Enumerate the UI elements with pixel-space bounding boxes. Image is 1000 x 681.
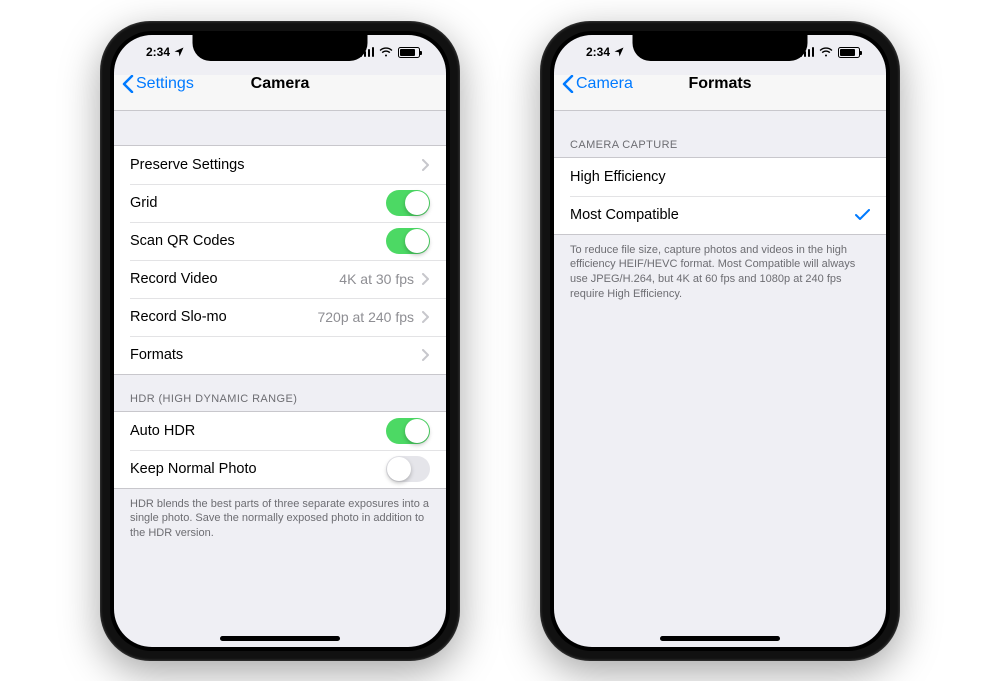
chevron-left-icon: [562, 75, 574, 93]
row-keep-normal-photo[interactable]: Keep Normal Photo: [114, 450, 446, 488]
iphone-frame-2: 2:34 Camera Formats: [540, 21, 900, 661]
cell-label: Preserve Settings: [130, 157, 244, 173]
wifi-icon: [819, 47, 833, 57]
chevron-left-icon: [122, 75, 134, 93]
cell-label: Scan QR Codes: [130, 233, 235, 249]
status-time: 2:34: [586, 45, 610, 59]
location-icon: [174, 47, 184, 57]
row-record-video[interactable]: Record Video 4K at 30 fps: [114, 260, 446, 298]
cell-label: Most Compatible: [570, 207, 679, 223]
settings-content[interactable]: CAMERA CAPTURE High Efficiency Most Comp…: [554, 111, 886, 647]
cell-label: Auto HDR: [130, 423, 195, 439]
cell-label: Formats: [130, 347, 183, 363]
home-indicator[interactable]: [220, 636, 340, 641]
cell-label: Record Video: [130, 271, 218, 287]
row-formats[interactable]: Formats: [114, 336, 446, 374]
navigation-bar: Camera Formats: [554, 75, 886, 111]
location-icon: [614, 47, 624, 57]
cell-detail: 720p at 240 fps: [317, 309, 414, 325]
section-header-capture: CAMERA CAPTURE: [554, 111, 886, 157]
toggle-auto-hdr[interactable]: [386, 418, 430, 444]
cell-label: Record Slo-mo: [130, 309, 227, 325]
iphone-frame-1: 2:34 Settings Camer: [100, 21, 460, 661]
row-grid[interactable]: Grid: [114, 184, 446, 222]
notch: [193, 35, 368, 61]
back-label: Camera: [576, 75, 633, 93]
checkmark-icon: [855, 209, 870, 221]
back-label: Settings: [136, 75, 194, 93]
row-high-efficiency[interactable]: High Efficiency: [554, 158, 886, 196]
toggle-keep-normal[interactable]: [386, 456, 430, 482]
cell-label: High Efficiency: [570, 169, 666, 185]
home-indicator[interactable]: [660, 636, 780, 641]
status-time: 2:34: [146, 45, 170, 59]
battery-icon: [398, 47, 420, 58]
chevron-right-icon: [422, 311, 430, 323]
cell-detail: 4K at 30 fps: [339, 271, 414, 287]
cell-label: Grid: [130, 195, 157, 211]
row-preserve-settings[interactable]: Preserve Settings: [114, 146, 446, 184]
toggle-scan-qr[interactable]: [386, 228, 430, 254]
row-auto-hdr[interactable]: Auto HDR: [114, 412, 446, 450]
toggle-grid[interactable]: [386, 190, 430, 216]
section-footer-capture: To reduce file size, capture photos and …: [554, 235, 886, 302]
chevron-right-icon: [422, 349, 430, 361]
chevron-right-icon: [422, 159, 430, 171]
back-button[interactable]: Settings: [122, 75, 194, 93]
battery-icon: [838, 47, 860, 58]
settings-content[interactable]: Preserve Settings Grid Scan QR Codes: [114, 111, 446, 647]
section-header-hdr: HDR (HIGH DYNAMIC RANGE): [114, 375, 446, 411]
wifi-icon: [379, 47, 393, 57]
navigation-bar: Settings Camera: [114, 75, 446, 111]
back-button[interactable]: Camera: [562, 75, 633, 93]
row-scan-qr[interactable]: Scan QR Codes: [114, 222, 446, 260]
row-most-compatible[interactable]: Most Compatible: [554, 196, 886, 234]
chevron-right-icon: [422, 273, 430, 285]
section-footer-hdr: HDR blends the best parts of three separ…: [114, 489, 446, 542]
cell-label: Keep Normal Photo: [130, 461, 257, 477]
row-record-slomo[interactable]: Record Slo-mo 720p at 240 fps: [114, 298, 446, 336]
notch: [633, 35, 808, 61]
